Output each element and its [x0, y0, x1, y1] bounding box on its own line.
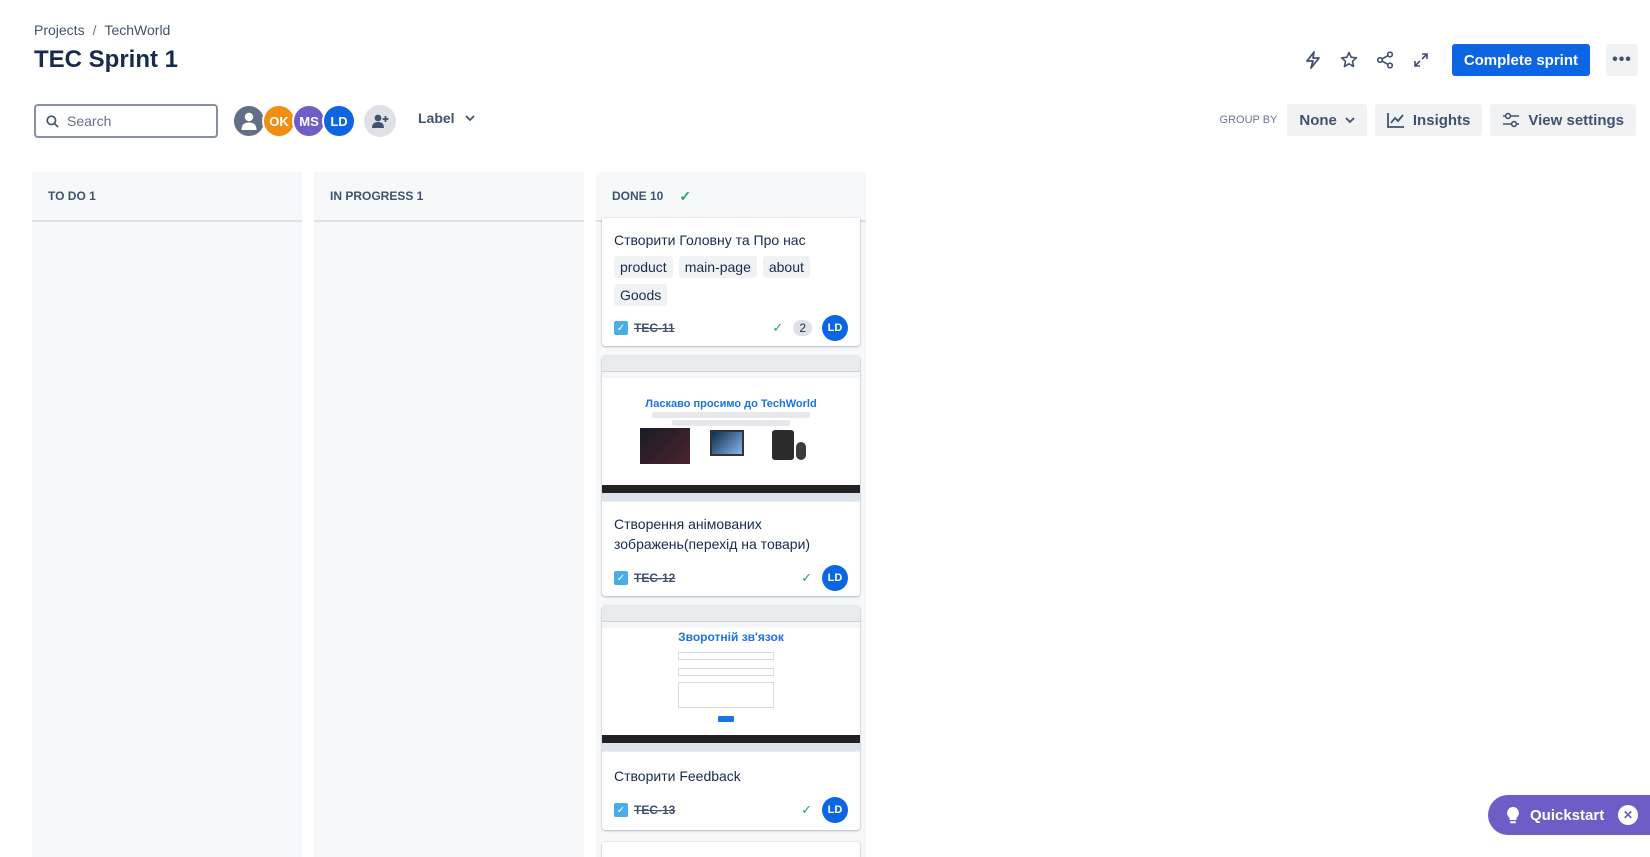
- breadcrumb: Projects / TechWorld: [34, 22, 170, 38]
- card-cover-screenshot: Зворотній зв'язок: [602, 606, 860, 752]
- group-by-value: None: [1299, 111, 1337, 129]
- done-check-icon: ✓: [801, 802, 812, 817]
- column-header-in-progress[interactable]: IN PROGRESS 1: [314, 172, 584, 222]
- chevron-down-icon: [1345, 116, 1355, 123]
- task-type-icon: ✓: [614, 571, 628, 585]
- close-icon[interactable]: ✕: [1618, 805, 1638, 825]
- insights-button[interactable]: Insights: [1374, 104, 1483, 136]
- label-chip[interactable]: product: [614, 256, 673, 278]
- issue-key[interactable]: TEC-12: [634, 571, 675, 585]
- label-chip[interactable]: about: [762, 256, 810, 278]
- issue-card-footer: ✓ TEC-11 ✓ 2 LD: [602, 314, 860, 342]
- group-by-label: GROUP BY: [1219, 114, 1278, 126]
- issue-card[interactable]: Створити Головну та Про нас product main…: [602, 218, 860, 346]
- search-input[interactable]: [67, 113, 197, 129]
- breadcrumb-project-link[interactable]: TechWorld: [104, 22, 170, 38]
- issue-card-title: Створити Feedback: [614, 768, 741, 784]
- label-chip[interactable]: main-page: [678, 256, 757, 278]
- column-done: DONE 10 ✓ Створити Головну та Про нас pr…: [596, 172, 866, 857]
- person-icon: [241, 112, 257, 130]
- label-filter-dropdown[interactable]: Label: [418, 110, 475, 126]
- chevron-down-icon: [464, 114, 475, 121]
- avatar-ld[interactable]: LD: [322, 104, 356, 138]
- avatar-ms[interactable]: MS: [292, 104, 326, 138]
- view-settings-button[interactable]: View settings: [1490, 104, 1636, 136]
- avatar-unassigned[interactable]: [232, 104, 266, 138]
- search-icon: [46, 114, 59, 128]
- view-settings-label: View settings: [1528, 111, 1624, 129]
- breadcrumb-separator: /: [92, 22, 97, 38]
- cover-heading: Зворотній зв'язок: [678, 630, 784, 644]
- done-check-icon: ✓: [772, 320, 784, 335]
- page-title: TEC Sprint 1: [34, 46, 179, 73]
- quickstart-label: Quickstart: [1530, 806, 1605, 824]
- cover-heading: Ласкаво просимо до TechWorld: [645, 398, 817, 410]
- assignee-avatar[interactable]: LD: [822, 797, 848, 823]
- avatar-group: OK MS LD: [232, 104, 396, 138]
- task-type-icon: ✓: [614, 803, 628, 817]
- header-actions: Complete sprint •••: [1298, 44, 1638, 76]
- lightbulb-icon: [1507, 807, 1519, 824]
- story-points-badge: 2: [793, 320, 812, 336]
- column-todo: TO DO 1: [32, 172, 302, 857]
- search-box: [34, 104, 218, 138]
- issue-key[interactable]: TEC-11: [634, 321, 675, 335]
- breadcrumb-projects-link[interactable]: Projects: [34, 22, 85, 38]
- insights-chart-icon: [1386, 113, 1404, 128]
- issue-card[interactable]: Ласкаво просимо до TechWorld Створення а…: [602, 356, 860, 596]
- add-person-icon: [372, 114, 389, 128]
- label-chip[interactable]: Goods: [614, 284, 668, 306]
- column-in-progress: IN PROGRESS 1: [314, 172, 584, 857]
- avatar-ok[interactable]: OK: [262, 104, 296, 138]
- label-filter-text: Label: [418, 110, 455, 126]
- column-header-todo[interactable]: TO DO 1: [32, 172, 302, 222]
- fullscreen-icon[interactable]: [1406, 45, 1436, 75]
- right-toolbar: GROUP BY None Insights View settings: [1220, 104, 1636, 136]
- star-icon[interactable]: [1334, 45, 1364, 75]
- issue-card-labels: product main-page about Goods: [602, 250, 860, 306]
- card-cover-screenshot: Ласкаво просимо до TechWorld: [602, 356, 860, 502]
- issue-card-footer: ✓ TEC-13 ✓ LD: [602, 796, 860, 824]
- complete-sprint-button[interactable]: Complete sprint: [1451, 44, 1590, 76]
- assignee-avatar[interactable]: LD: [822, 315, 848, 341]
- issue-card[interactable]: Зворотній зв'язок Створити Feedback ✓ TE…: [602, 606, 860, 830]
- sliders-icon: [1503, 112, 1520, 128]
- done-check-icon: ✓: [801, 570, 812, 585]
- issue-card-title: Створити Головну та Про нас: [614, 232, 806, 248]
- share-icon[interactable]: [1370, 45, 1400, 75]
- group-by-dropdown[interactable]: None: [1287, 104, 1367, 136]
- column-title: DONE 10: [612, 189, 664, 203]
- issue-card-footer: ✓ TEC-12 ✓ LD: [602, 564, 860, 592]
- task-type-icon: ✓: [614, 321, 628, 335]
- issue-key[interactable]: TEC-13: [634, 803, 675, 817]
- more-dots-icon: •••: [1612, 51, 1632, 68]
- insights-label: Insights: [1412, 111, 1471, 129]
- issue-card-title: Створення анімованих зображень(перехід н…: [614, 516, 811, 552]
- more-actions-button[interactable]: •••: [1606, 44, 1638, 76]
- quickstart-button[interactable]: Quickstart ✕: [1488, 795, 1650, 835]
- column-title: IN PROGRESS 1: [330, 189, 424, 203]
- automation-lightning-icon[interactable]: [1298, 45, 1328, 75]
- column-title: TO DO 1: [48, 189, 96, 203]
- column-done-check-icon: ✓: [679, 187, 692, 204]
- issue-card[interactable]: [602, 842, 860, 857]
- column-header-done[interactable]: DONE 10 ✓: [596, 172, 866, 222]
- add-people-button[interactable]: [364, 105, 396, 137]
- assignee-avatar[interactable]: LD: [822, 565, 848, 591]
